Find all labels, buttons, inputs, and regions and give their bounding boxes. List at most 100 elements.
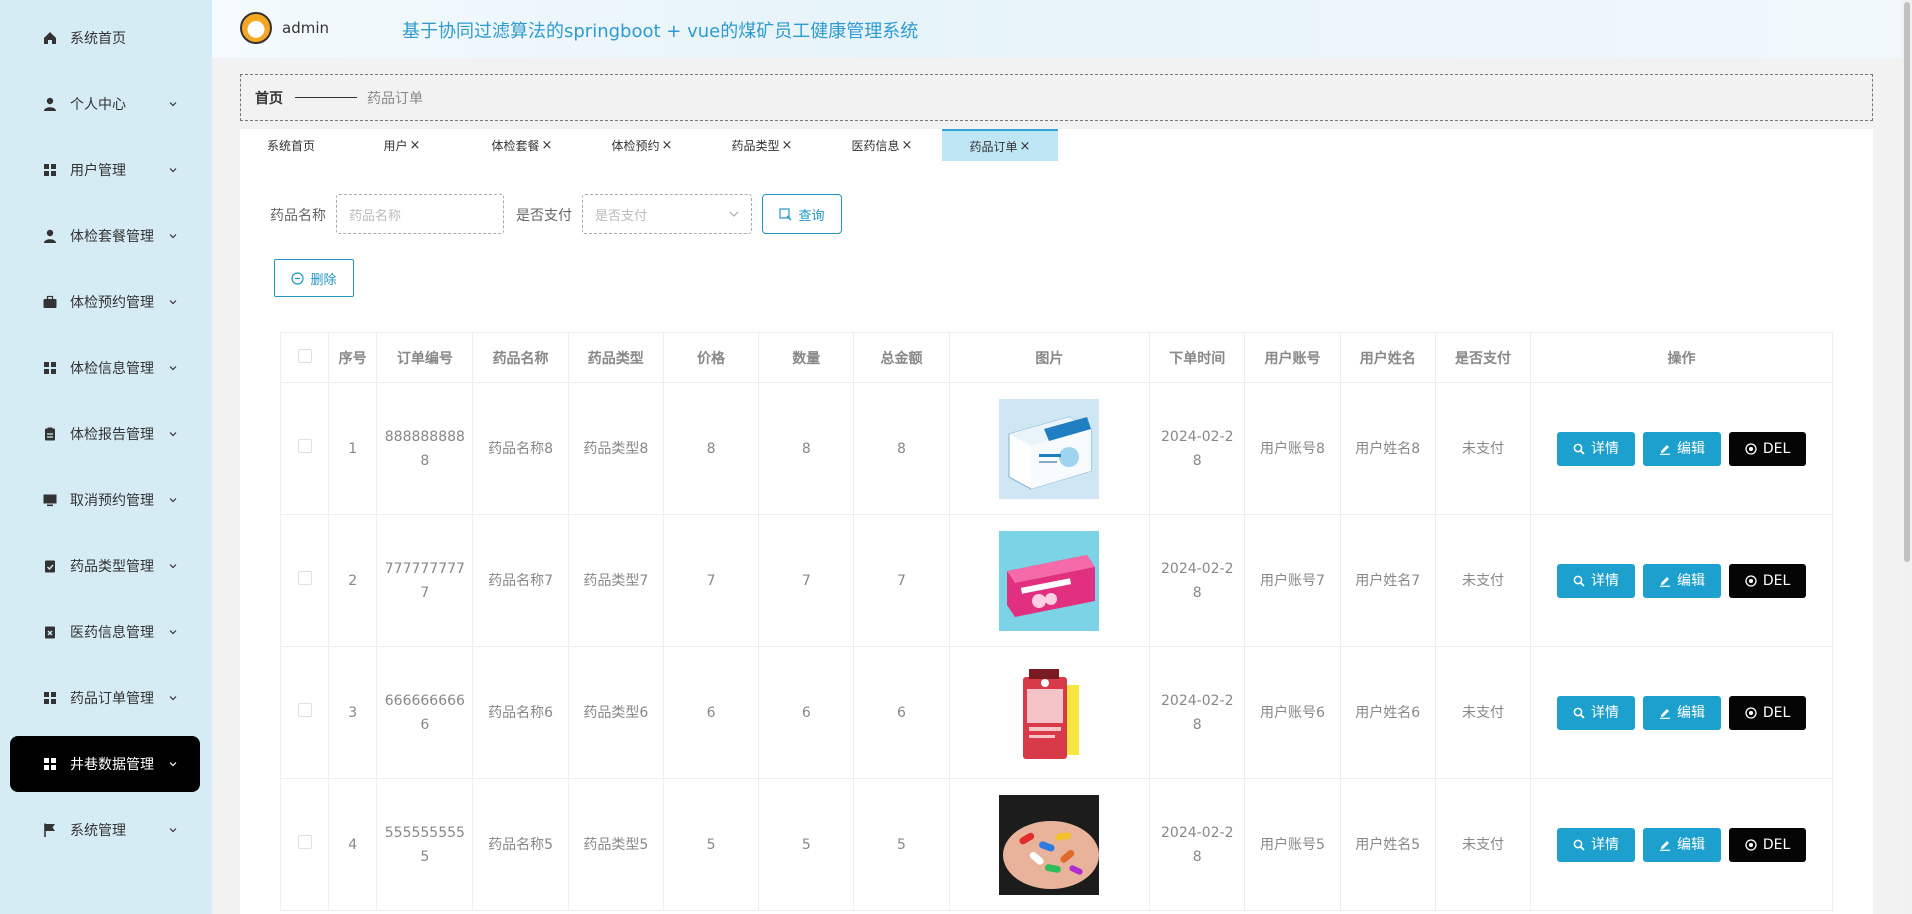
scrollbar-thumb[interactable]	[1904, 2, 1910, 562]
sidebar-item-13[interactable]: 系统管理	[10, 802, 200, 858]
order-no-line: 555555555	[384, 824, 465, 841]
edit-button[interactable]: 编辑	[1643, 827, 1722, 862]
close-icon[interactable]: ×	[542, 138, 553, 153]
product-image-pills-in-hand[interactable]	[999, 794, 1100, 895]
del-button[interactable]: DEL	[1729, 431, 1807, 466]
sidebar-item-2[interactable]: 个人中心	[10, 76, 200, 132]
sidebar-item-8[interactable]: 取消预约管理	[10, 472, 200, 528]
chevron-down-icon	[169, 168, 177, 173]
detail-button[interactable]: 详情	[1557, 431, 1636, 466]
delete-button[interactable]: 删除	[274, 259, 354, 297]
sidebar-item-4[interactable]: 体检套餐管理	[10, 208, 200, 264]
order-time-cell: 2024-02-2 8	[1149, 514, 1246, 647]
product-image-blue-white-medicine-box[interactable]	[999, 398, 1100, 499]
query-button[interactable]: 查询	[762, 194, 842, 234]
sidebar-item-9[interactable]: 药品类型管理	[10, 538, 200, 594]
close-icon[interactable]: ×	[1020, 139, 1031, 154]
monitor-icon	[42, 492, 58, 508]
close-icon[interactable]: ×	[662, 138, 673, 153]
quantity-cell: 8	[758, 382, 855, 515]
product-image-pink-medicine-box[interactable]	[999, 530, 1100, 631]
sidebar-item-7[interactable]: 体检报告管理	[10, 406, 200, 462]
system-title: 基于协同过滤算法的springboot + vue的煤矿员工健康管理系统	[402, 21, 919, 42]
tab-label: 系统首页	[266, 138, 315, 153]
user-name-cell: 用户姓名5	[1339, 778, 1436, 911]
quantity-cell: 5	[758, 778, 855, 911]
column-header: 序号	[328, 332, 378, 383]
order-no-line: 777777777	[384, 560, 465, 577]
tab-7[interactable]: 药品订单 ×	[942, 129, 1058, 161]
tab-3[interactable]: 体检套餐 ×	[462, 129, 582, 161]
del-button[interactable]: DEL	[1729, 827, 1807, 862]
close-icon[interactable]: ×	[410, 138, 421, 153]
row-checkbox[interactable]	[297, 438, 312, 453]
grid-icon	[42, 690, 58, 706]
name-search-input[interactable]: 药品名称	[336, 194, 504, 234]
close-icon[interactable]: ×	[902, 138, 913, 153]
product-image-red-syrup-bottle[interactable]	[999, 662, 1100, 763]
row-select-cell	[279, 514, 330, 647]
del-button-label: DEL	[1762, 836, 1791, 853]
row-checkbox[interactable]	[297, 834, 312, 849]
edit-icon	[1660, 708, 1671, 719]
column-header: 图片	[948, 332, 1151, 383]
sidebar-item-10[interactable]: 医药信息管理	[10, 604, 200, 660]
paid-select-placeholder: 是否支付	[595, 208, 648, 224]
sidebar-item-6[interactable]: 体检信息管理	[10, 340, 200, 396]
drug-name-cell: 药品名称5	[472, 778, 569, 911]
user-name-cell: 用户姓名8	[1339, 382, 1436, 515]
select-all-checkbox[interactable]	[297, 348, 312, 363]
chevron-down-icon	[169, 762, 177, 767]
tab-label: 医药信息	[851, 138, 900, 153]
quantity-cell: 6	[758, 646, 855, 779]
vertical-scrollbar[interactable]	[1902, 0, 1912, 914]
chevron-down-icon	[169, 498, 177, 503]
price-cell: 8	[662, 382, 760, 515]
search-icon	[1573, 443, 1585, 455]
sidebar-item-1[interactable]: 系统首页	[10, 10, 200, 66]
close-icon[interactable]: ×	[782, 138, 793, 153]
tab-6[interactable]: 医药信息 ×	[822, 129, 942, 161]
del-button-label: DEL	[1762, 704, 1791, 721]
tab-4[interactable]: 体检预约 ×	[582, 129, 702, 161]
tab-1[interactable]: 系统首页	[240, 129, 342, 161]
grid-icon	[42, 162, 58, 178]
order-time-line: 8	[1192, 452, 1202, 469]
edit-button[interactable]: 编辑	[1643, 431, 1722, 466]
tab-2[interactable]: 用户 ×	[342, 129, 462, 161]
sidebar-item-5[interactable]: 体检预约管理	[10, 274, 200, 330]
sidebar-item-label: 体检报告管理	[70, 427, 154, 443]
del-button[interactable]: DEL	[1729, 695, 1807, 730]
detail-button[interactable]: 详情	[1557, 695, 1636, 730]
detail-button-label: 详情	[1591, 440, 1620, 457]
sidebar-item-label: 个人中心	[70, 97, 126, 113]
sidebar-item-label: 药品类型管理	[70, 559, 154, 575]
price-cell: 7	[662, 514, 760, 647]
select-all-cell	[279, 332, 330, 383]
order-no-cell: 666666666 6	[376, 646, 474, 779]
order-time-line: 2024-02-2	[1161, 560, 1234, 577]
flag-icon	[42, 822, 58, 838]
chevron-down-icon	[729, 211, 739, 217]
column-header: 总金额	[853, 332, 950, 383]
edit-button[interactable]: 编辑	[1643, 695, 1722, 730]
tab-5[interactable]: 药品类型 ×	[702, 129, 822, 161]
row-checkbox[interactable]	[297, 570, 312, 585]
sidebar-item-12[interactable]: 井巷数据管理	[10, 736, 200, 792]
avatar[interactable]	[240, 12, 272, 44]
paid-status-cell: 未支付	[1434, 778, 1532, 911]
sidebar-item-3[interactable]: 用户管理	[10, 142, 200, 198]
detail-button[interactable]: 详情	[1557, 827, 1636, 862]
edit-button[interactable]: 编辑	[1643, 563, 1722, 598]
del-button[interactable]: DEL	[1729, 563, 1807, 598]
edit-icon	[1660, 444, 1671, 455]
order-time-line: 2024-02-2	[1161, 428, 1234, 445]
index-cell: 1	[328, 382, 378, 515]
paid-select[interactable]: 是否支付	[582, 194, 752, 234]
order-no-line: 666666666	[384, 692, 465, 709]
row-checkbox[interactable]	[297, 702, 312, 717]
sidebar-item-11[interactable]: 药品订单管理	[10, 670, 200, 726]
detail-button[interactable]: 详情	[1557, 563, 1636, 598]
breadcrumb-home[interactable]: 首页	[255, 88, 283, 108]
column-header: 药品类型	[567, 332, 664, 383]
